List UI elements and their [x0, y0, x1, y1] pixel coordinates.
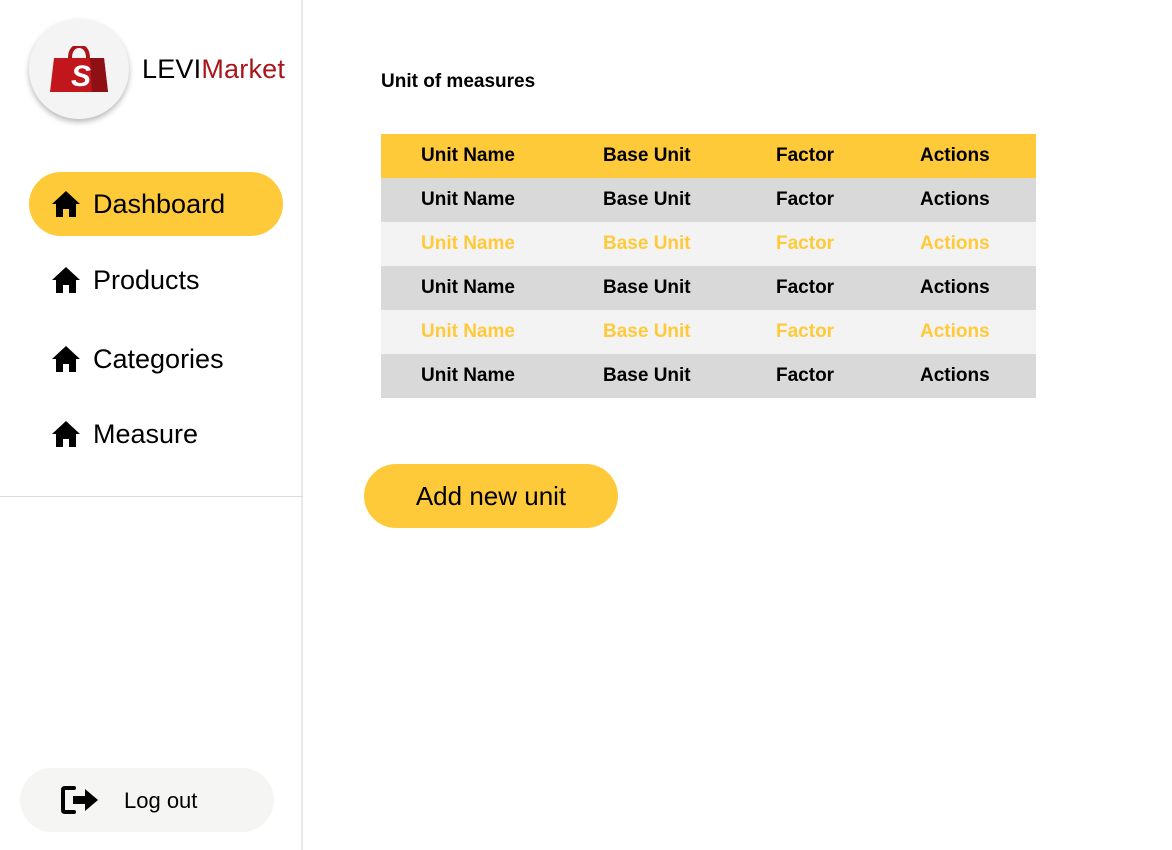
cell-base-unit: Base Unit: [603, 189, 691, 210]
cell-base-unit: Base Unit: [603, 233, 691, 254]
table-row[interactable]: Unit Name Base Unit Factor Actions: [381, 266, 1036, 310]
cell-actions[interactable]: Actions: [920, 266, 990, 310]
cell-factor: Factor: [776, 233, 835, 254]
column-header-actions: Actions: [920, 145, 990, 166]
brand-name-part1: LEVI: [142, 54, 202, 84]
table-row[interactable]: Unit Name Base Unit Factor Actions: [381, 178, 1036, 222]
cell-actions[interactable]: Actions: [920, 310, 990, 354]
sidebar-item-label: Dashboard: [93, 189, 226, 219]
home-icon: [52, 421, 80, 447]
table-row[interactable]: Unit Name Base Unit Factor Actions: [381, 222, 1036, 266]
cell-base-unit: Base Unit: [603, 321, 691, 342]
logout-button[interactable]: Log out: [20, 768, 274, 832]
cell-factor: Factor: [776, 365, 835, 386]
page-title: Unit of measures: [381, 71, 536, 92]
svg-text:S: S: [71, 60, 91, 92]
cell-factor: Factor: [776, 277, 835, 298]
column-header-base-unit[interactable]: Base Unit: [603, 134, 691, 178]
cell-base-unit: Base Unit: [603, 277, 691, 298]
cell-actions[interactable]: Actions: [920, 178, 990, 222]
column-header-unit-name[interactable]: Unit Name: [421, 134, 515, 178]
add-new-unit-button[interactable]: Add new unit: [364, 464, 618, 528]
cell-base-unit: Base Unit: [603, 365, 691, 386]
table-row[interactable]: Unit Name Base Unit Factor Actions: [381, 354, 1036, 398]
cell-unit-name: Unit Name: [421, 365, 515, 386]
logout-icon: [61, 786, 98, 814]
shopping-bag-logo-icon: S: [50, 46, 108, 92]
cell-factor: Factor: [776, 321, 835, 342]
sidebar-item-products[interactable]: Products: [29, 248, 283, 312]
table-row[interactable]: Unit Name Base Unit Factor Actions: [381, 310, 1036, 354]
sidebar-item-dashboard[interactable]: Dashboard: [29, 172, 283, 236]
cell-unit-name: Unit Name: [421, 233, 515, 254]
home-icon: [52, 191, 80, 217]
sidebar-divider: [0, 496, 303, 497]
sidebar-item-label: Measure: [93, 419, 199, 449]
cell-unit-name: Unit Name: [421, 277, 515, 298]
logo[interactable]: S: [29, 19, 129, 119]
logout-label: Log out: [124, 788, 198, 813]
home-icon: [52, 267, 80, 293]
home-icon: [52, 346, 80, 372]
cell-actions[interactable]: Actions: [920, 222, 990, 266]
sidebar-item-categories[interactable]: Categories: [29, 327, 283, 391]
column-header-factor[interactable]: Factor: [776, 134, 834, 178]
cell-unit-name: Unit Name: [421, 189, 515, 210]
brand-name: LEVIMarket: [142, 52, 285, 86]
brand-name-part2: Market: [201, 54, 286, 84]
units-table: Unit Name Base Unit Factor Actions Unit …: [381, 134, 1036, 398]
cell-factor: Factor: [776, 189, 835, 210]
table-header-row: Unit Name Base Unit Factor Actions: [381, 134, 1036, 178]
sidebar: S LEVIMarket Dashboard Products Categori…: [0, 0, 303, 850]
cell-actions[interactable]: Actions: [920, 354, 990, 398]
sidebar-item-measure[interactable]: Measure: [29, 402, 283, 466]
sidebar-item-label: Products: [93, 265, 200, 295]
cell-unit-name: Unit Name: [421, 321, 515, 342]
sidebar-item-label: Categories: [93, 344, 224, 374]
